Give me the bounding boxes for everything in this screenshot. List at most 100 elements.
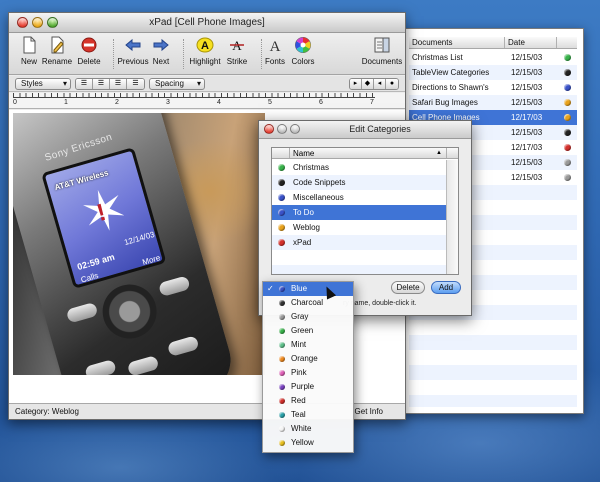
category-dot-icon <box>563 84 571 91</box>
documents-button[interactable]: Documents <box>359 36 405 66</box>
tab-left-arrow-icon[interactable]: ◂ <box>374 79 386 89</box>
status-category: Category: Weblog <box>15 407 79 416</box>
document-date: 12/15/03 <box>511 68 543 77</box>
color-menu-item[interactable]: Purple <box>263 380 353 394</box>
category-row[interactable]: Weblog <box>272 220 446 235</box>
color-menu-item[interactable]: Yellow <box>263 436 353 450</box>
edit-minimize-button[interactable] <box>277 124 287 134</box>
add-category-button[interactable]: Add <box>431 281 461 294</box>
phone-screen: AT&T Wireless ✶ ! 12/14/03 02:59 am Call… <box>41 147 167 289</box>
tab-decimal-icon[interactable]: ◆ <box>362 79 374 89</box>
document-row[interactable]: Christmas List 12/15/03 <box>409 50 577 65</box>
color-menu-item[interactable]: Green <box>263 324 353 338</box>
column-name[interactable]: Name <box>290 148 446 159</box>
color-menu-label: Green <box>291 326 314 335</box>
ruler-number: 0 <box>13 99 17 106</box>
categories-scrollbar[interactable] <box>446 160 458 274</box>
category-color-cell[interactable] <box>272 160 290 175</box>
color-popup-menu: ✓ Blue Charcoal Gray Green Mint Orange Pink Purp… <box>262 281 354 453</box>
color-menu-item[interactable]: Teal <box>263 408 353 422</box>
category-row[interactable]: Christmas <box>272 160 446 175</box>
delete-button[interactable]: Delete <box>69 36 109 66</box>
category-dot-icon <box>563 54 571 61</box>
phone-key <box>166 335 200 357</box>
documents-label: Documents <box>361 57 403 66</box>
category-color-cell[interactable] <box>272 220 290 235</box>
next-button[interactable]: Next <box>141 36 181 66</box>
ruler-number: 2 <box>115 99 119 106</box>
color-menu-item[interactable]: Gray <box>263 310 353 324</box>
highlight-icon: A <box>196 36 214 54</box>
column-category[interactable] <box>557 37 577 48</box>
colors-button[interactable]: Colors <box>283 36 323 66</box>
svg-text:A: A <box>270 39 281 54</box>
category-row[interactable]: xPad <box>272 235 446 250</box>
category-color-cell[interactable] <box>272 175 290 190</box>
category-row[interactable]: Code Snippets <box>272 175 446 190</box>
tab-right-arrow-icon[interactable]: ▸ <box>350 79 362 89</box>
softkey-left: Calls <box>79 270 100 285</box>
category-name: Christmas <box>293 163 330 172</box>
document-date: 12/15/03 <box>511 53 543 62</box>
category-color-cell[interactable] <box>272 235 290 250</box>
color-menu-item[interactable]: Red <box>263 394 353 408</box>
delete-category-button[interactable]: Delete <box>391 281 425 294</box>
get-info-button[interactable]: Get Info <box>355 407 383 416</box>
tab-center-icon[interactable]: ● <box>386 79 398 89</box>
color-swatch-icon <box>279 286 285 292</box>
category-name: To Do <box>293 208 314 217</box>
color-swatch-icon <box>279 370 285 376</box>
category-color-cell <box>557 110 577 125</box>
column-documents[interactable]: Documents <box>409 37 505 48</box>
category-dot-icon <box>277 239 285 246</box>
color-swatch-icon <box>279 356 285 362</box>
strikethrough-icon: A <box>228 36 246 54</box>
document-row[interactable]: TableView Categories 12/15/03 <box>409 65 577 80</box>
category-row[interactable]: To Do <box>272 205 446 220</box>
color-menu-item[interactable]: Pink <box>263 366 353 380</box>
color-menu-item[interactable]: Charcoal <box>263 296 353 310</box>
category-color-cell <box>557 125 577 140</box>
align-justify-button[interactable]: ☰ <box>110 79 127 89</box>
column-color[interactable] <box>272 148 290 158</box>
category-name: Miscellaneous <box>293 193 344 202</box>
ruler[interactable]: 0 1 2 3 4 5 6 7 <box>9 93 405 109</box>
color-menu-item[interactable]: Orange <box>263 352 353 366</box>
document-row[interactable]: Directions to Shawn's 12/15/03 <box>409 80 577 95</box>
category-color-cell <box>557 50 577 65</box>
category-name: xPad <box>293 238 312 247</box>
xpad-titlebar[interactable]: xPad [Cell Phone Images] <box>9 13 405 33</box>
color-menu-label: White <box>291 424 312 433</box>
document-name: TableView Categories <box>412 68 490 77</box>
category-dot-icon <box>563 144 571 151</box>
window-title: xPad [Cell Phone Images] <box>149 17 265 28</box>
color-menu-item[interactable]: Mint <box>263 338 353 352</box>
strike-button[interactable]: A Strike <box>217 36 257 66</box>
category-color-cell <box>557 155 577 170</box>
category-row[interactable]: Miscellaneous <box>272 190 446 205</box>
document-row[interactable]: Safari Bug Images 12/15/03 <box>409 95 577 110</box>
styles-popup[interactable]: Styles <box>15 78 71 90</box>
spacing-popup[interactable]: Spacing <box>149 78 205 90</box>
color-swatch-icon <box>279 426 285 432</box>
color-swatch-icon <box>279 412 285 418</box>
category-name: Code Snippets <box>293 178 346 187</box>
color-menu-label: Teal <box>291 410 306 419</box>
color-swatch-icon <box>279 440 285 446</box>
softkey-right: More <box>141 253 162 267</box>
edit-categories-titlebar[interactable]: Edit Categories <box>259 121 471 139</box>
align-left-button[interactable]: ☰ <box>76 79 93 89</box>
arrow-left-icon <box>124 36 142 54</box>
color-menu-label: Red <box>291 396 306 405</box>
align-right-button[interactable]: ☰ <box>127 79 144 89</box>
edit-close-button[interactable] <box>264 124 274 134</box>
color-menu-item[interactable]: White <box>263 422 353 436</box>
category-color-cell[interactable] <box>272 190 290 205</box>
color-menu-item[interactable]: ✓ Blue <box>263 282 353 296</box>
color-menu-label: Yellow <box>291 438 314 447</box>
phone-joystick <box>96 278 164 345</box>
align-center-button[interactable]: ☰ <box>93 79 110 89</box>
category-color-cell[interactable] <box>272 205 290 220</box>
column-date[interactable]: Date <box>505 37 557 48</box>
category-dot-icon <box>563 69 571 76</box>
